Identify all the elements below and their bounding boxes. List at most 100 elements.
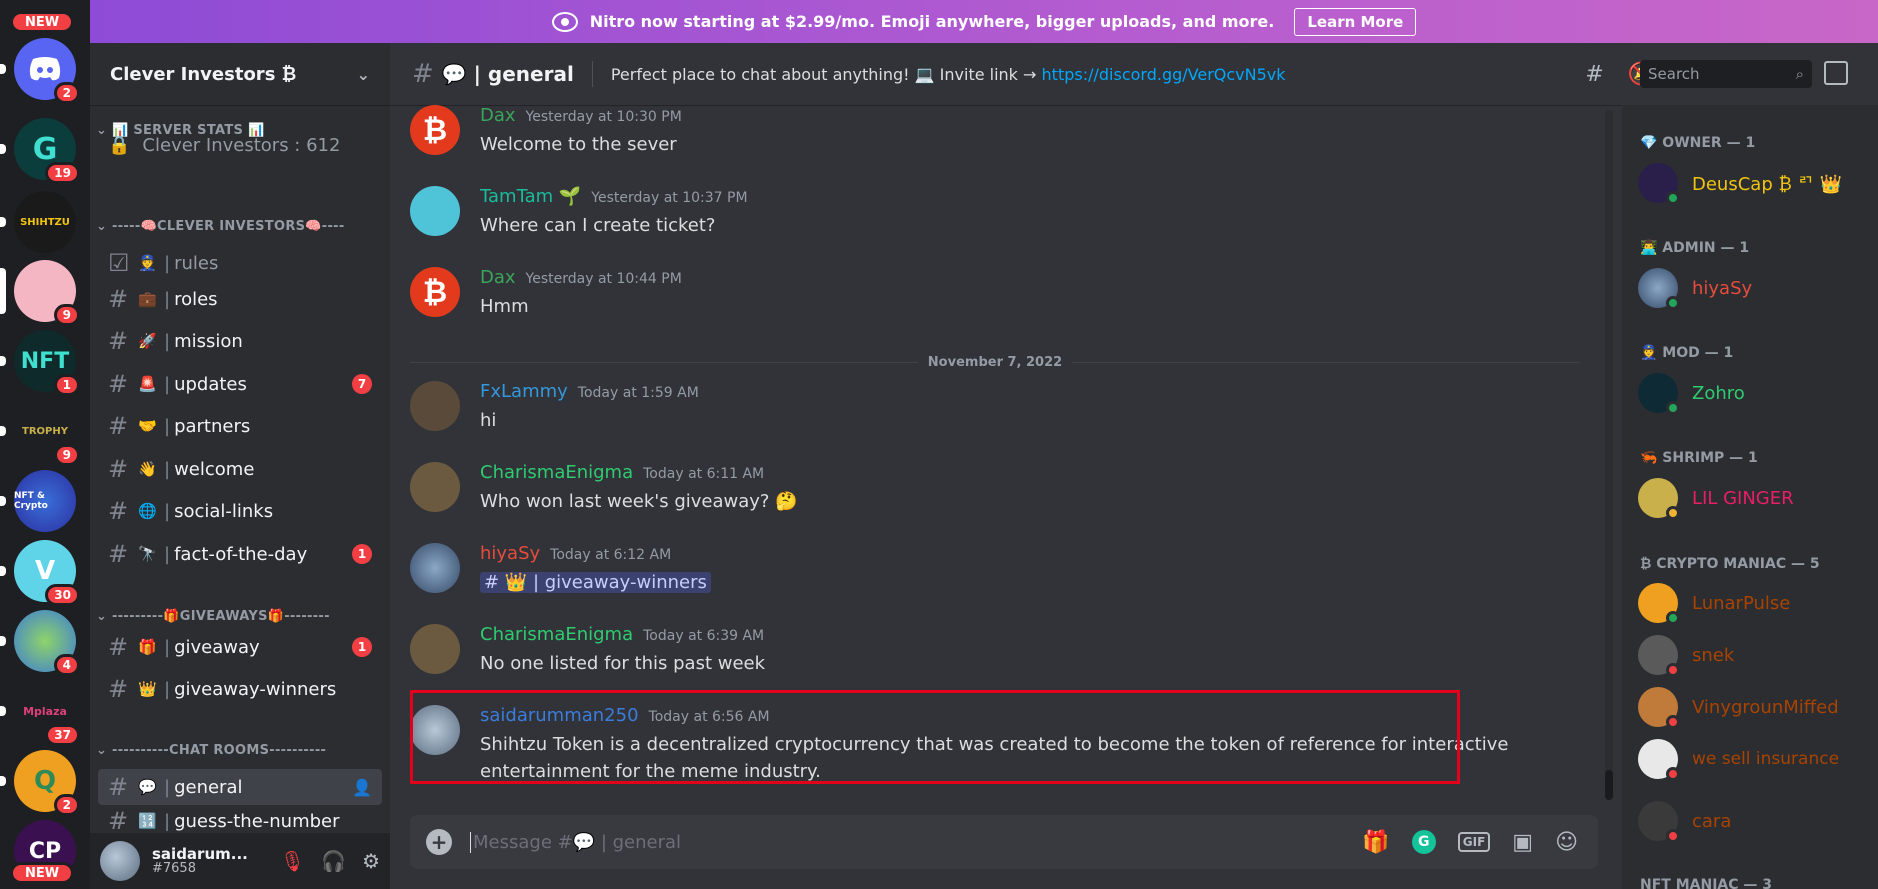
author[interactable]: CharismaEnigma Today at 6:11 AM	[480, 462, 764, 483]
channel-mission[interactable]: # 🚀 | mission	[98, 323, 382, 359]
gif-button[interactable]: GIF	[1457, 832, 1491, 852]
channel-sidebar: Clever Investors ₿ ⌄ ⌄ 📊 SERVER STATS 📊 …	[90, 43, 390, 889]
category-label: -----🧠CLEVER INVESTORS🧠----	[112, 219, 345, 234]
channel-emoji: 🔢	[138, 812, 157, 830]
timestamp: Today at 6:39 AM	[643, 628, 765, 644]
bitcoin-avatar[interactable]: ₿	[410, 267, 460, 317]
author[interactable]: hiyaSy Today at 6:12 AM	[480, 543, 671, 564]
member-item[interactable]: Zohro	[1638, 373, 1745, 415]
member-item[interactable]: LIL GINGER	[1638, 478, 1794, 520]
channel-emoji: 🚨	[138, 375, 157, 393]
channel-partners[interactable]: # 🤝 | partners	[98, 408, 382, 444]
author[interactable]: FxLammy Today at 1:59 AM	[480, 381, 699, 402]
threads-icon[interactable]: #	[1585, 62, 1603, 87]
hash-icon: #	[108, 675, 129, 703]
channel-giveaway-winners[interactable]: # 👑 | giveaway-winners	[98, 671, 382, 707]
author[interactable]: TamTam 🌱 Yesterday at 10:37 PM	[480, 186, 748, 207]
add-member-icon[interactable]: 👤	[352, 778, 372, 797]
author[interactable]: Dax Yesterday at 10:44 PM	[480, 267, 682, 288]
channel-roles[interactable]: # 💼 | roles	[98, 281, 382, 317]
server-icon-q[interactable]: Q 2	[14, 750, 80, 816]
headphones-icon[interactable]: 🎧	[321, 849, 346, 873]
hash-icon: #	[108, 412, 129, 440]
avatar[interactable]	[410, 462, 460, 512]
member-item[interactable]: LunarPulse	[1638, 583, 1790, 625]
channel-fact-of-the-day[interactable]: # 🔭 | fact-of-the-day 1	[98, 536, 382, 572]
invite-link[interactable]: https://discord.gg/VerQcvN5vk	[1042, 65, 1286, 84]
channel-header: # 💬 | general Perfect place to chat abou…	[390, 43, 1878, 105]
channel-social-links[interactable]: # 🌐 | social-links	[98, 493, 382, 529]
server-icon-nft-crypto[interactable]: NFT & Crypto	[14, 470, 76, 532]
author[interactable]: Dax Yesterday at 10:30 PM	[480, 105, 682, 126]
avatar[interactable]	[410, 381, 460, 431]
message-composer[interactable]: + Message #💬 | general 🎁 G GIF ▣ ☺	[410, 815, 1598, 869]
scrollbar[interactable]	[1605, 110, 1613, 800]
server-icon-g[interactable]: G 19	[14, 118, 80, 184]
channel-updates[interactable]: # 🚨 | updates 7	[98, 366, 382, 402]
avatar[interactable]	[410, 543, 460, 593]
grammarly-icon[interactable]: G	[1411, 830, 1436, 854]
server-badge: 2	[53, 794, 80, 816]
nitro-banner: Nitro now starting at $2.99/mo. Emoji an…	[90, 0, 1878, 43]
search-input[interactable]: Search ⌕	[1640, 60, 1812, 88]
discord-home-icon[interactable]: 2	[14, 38, 80, 104]
member-item[interactable]: cara	[1638, 801, 1732, 843]
member-item[interactable]: snek	[1638, 635, 1734, 677]
channel-guess-the-number[interactable]: # 🔢 | guess-the-number	[98, 811, 382, 831]
avatar[interactable]	[410, 624, 460, 674]
avatar	[1638, 163, 1680, 205]
add-attachment-icon[interactable]: +	[426, 829, 452, 855]
gear-icon[interactable]: ⚙	[362, 849, 380, 873]
mic-muted-icon[interactable]: 🎙	[280, 849, 305, 873]
server-icon-v[interactable]: V 30	[14, 540, 80, 606]
channel-topic: Perfect place to chat about anything! 💻 …	[611, 65, 1286, 84]
avatar	[1638, 373, 1680, 415]
gift-icon[interactable]: 🎁	[1362, 830, 1389, 855]
server-icon-shihtzu[interactable]: SHIHTZU	[14, 191, 76, 253]
server-header[interactable]: Clever Investors ₿ ⌄	[90, 43, 390, 105]
channel-general[interactable]: # 💬 | general 👤	[98, 769, 382, 805]
learn-more-button[interactable]: Learn More	[1294, 7, 1417, 36]
channel-emoji: 💼	[138, 290, 157, 308]
user-tag: #7658	[152, 861, 196, 877]
role-header-mod: 👮 MOD — 1	[1640, 345, 1734, 361]
bitcoin-avatar[interactable]: ₿	[410, 105, 460, 155]
channel-emoji: 🌐	[138, 502, 157, 520]
server-icon-pig[interactable]: 9	[14, 260, 80, 326]
author[interactable]: CharismaEnigma Today at 6:39 AM	[480, 624, 764, 645]
channel-title: 💬 | general	[441, 62, 574, 86]
category-clever-investors[interactable]: ⌄ -----🧠CLEVER INVESTORS🧠----	[96, 219, 345, 234]
hash-icon: #	[108, 773, 129, 801]
mention-count: 1	[352, 637, 372, 657]
member-name: cara	[1692, 810, 1732, 832]
server-icon-island[interactable]: 4	[14, 610, 80, 676]
stats-channel[interactable]: 🔒 Clever Investors : 612	[108, 135, 340, 156]
message-input[interactable]: Message #💬 | general	[470, 831, 681, 853]
avatar[interactable]	[100, 841, 140, 881]
server-badge: 30	[45, 584, 80, 606]
category-label: ---------🎁GIVEAWAYS🎁--------	[112, 609, 330, 624]
server-icon-mplaza[interactable]: Mplaza 37	[14, 680, 80, 746]
channel-mention[interactable]: # 👑 | giveaway-winners	[480, 572, 711, 593]
stats-channel-label: Clever Investors : 612	[142, 135, 341, 156]
member-item[interactable]: DeusCap ₿ ᄅᄀ 👑	[1638, 163, 1842, 205]
category-giveaways[interactable]: ⌄ ---------🎁GIVEAWAYS🎁--------	[96, 609, 330, 624]
channel-giveaway[interactable]: # 🎁 | giveaway 1	[98, 629, 382, 665]
avatar[interactable]	[410, 186, 460, 236]
emoji-icon[interactable]: ☺	[1555, 830, 1578, 855]
channel-rules[interactable]: ☑ 👮 | rules	[98, 245, 382, 281]
server-icon-nft[interactable]: NFT 1	[14, 330, 80, 396]
server-icon-trophy[interactable]: TROPHY 9	[14, 400, 80, 466]
member-item[interactable]: hiyaSy	[1638, 268, 1752, 310]
sticker-icon[interactable]: ▣	[1512, 830, 1533, 855]
unread-pill	[0, 426, 6, 436]
member-item[interactable]: we sell insurance	[1638, 739, 1839, 781]
hash-icon: #	[108, 455, 129, 483]
member-name: LIL GINGER	[1692, 487, 1794, 509]
channel-name: social-links	[174, 500, 274, 522]
category-chat-rooms[interactable]: ⌄ ----------CHAT ROOMS----------	[96, 743, 326, 758]
inbox-icon[interactable]	[1824, 61, 1848, 85]
member-item[interactable]: VinygrounMiffed	[1638, 687, 1839, 729]
hash-icon: #	[108, 811, 129, 831]
channel-welcome[interactable]: # 👋 | welcome	[98, 451, 382, 487]
